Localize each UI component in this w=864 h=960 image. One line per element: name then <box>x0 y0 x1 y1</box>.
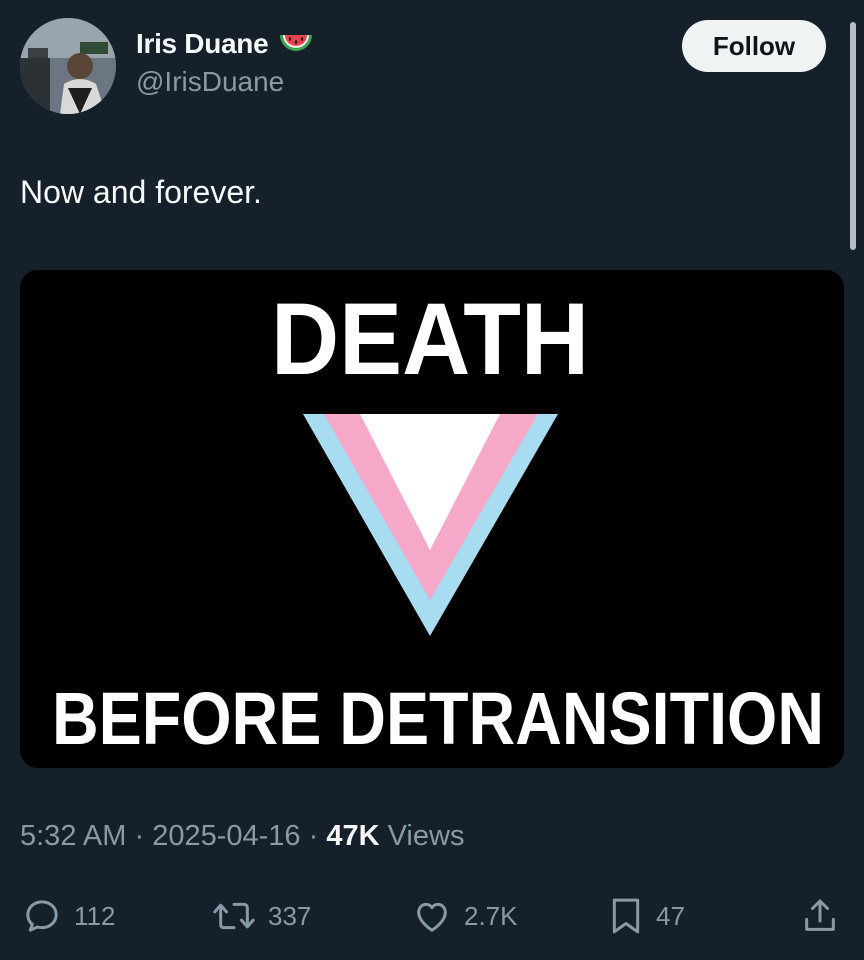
bookmark-icon <box>612 898 640 934</box>
watermelon-icon <box>280 35 313 51</box>
like-button[interactable]: 2.7K <box>412 892 518 940</box>
action-bar: 112 337 2.7K 47 <box>0 892 864 940</box>
reply-button[interactable]: 112 <box>22 892 115 940</box>
like-count: 2.7K <box>464 900 518 931</box>
handle[interactable]: @IrisDuane <box>136 66 314 98</box>
reply-count: 112 <box>74 900 116 931</box>
share-button[interactable] <box>800 892 840 940</box>
tweet-meta: 5:32 AM · 2025-04-16 · 47K Views <box>20 820 464 853</box>
meta-separator: · <box>134 820 145 852</box>
timestamp[interactable]: 5:32 AM <box>20 820 126 852</box>
repost-button[interactable]: 337 <box>212 892 311 940</box>
meta-separator: · <box>308 820 319 852</box>
date[interactable]: 2025-04-16 <box>152 820 300 852</box>
views-count: 47K <box>326 820 380 852</box>
display-name[interactable]: Iris Duane <box>136 28 269 60</box>
bookmark-count: 47 <box>656 900 685 931</box>
tweet-container: Iris Duane @IrisDuane Follow Now and for… <box>0 0 864 960</box>
scrollbar[interactable] <box>850 22 856 250</box>
reply-icon <box>26 900 58 932</box>
author-info: Iris Duane @IrisDuane <box>136 28 314 98</box>
name-row: Iris Duane <box>136 28 314 60</box>
bookmark-button[interactable]: 47 <box>608 892 685 940</box>
follow-button[interactable]: Follow <box>682 20 826 72</box>
image-bottom-text: BEFORE DETRANSITION <box>52 677 824 760</box>
repost-icon <box>213 902 255 930</box>
avatar-photo-icon <box>20 18 116 114</box>
repost-count: 337 <box>268 900 312 931</box>
share-icon <box>805 899 835 931</box>
avatar[interactable] <box>20 18 116 114</box>
tweet-text: Now and forever. <box>20 174 262 210</box>
trans-flag-graphic: DEATH BEFORE DETRANSITION <box>20 270 844 768</box>
views-label: Views <box>387 820 465 852</box>
heart-icon <box>417 902 447 932</box>
image-top-text: DEATH <box>271 282 589 396</box>
tweet-image[interactable]: DEATH BEFORE DETRANSITION <box>20 270 844 768</box>
